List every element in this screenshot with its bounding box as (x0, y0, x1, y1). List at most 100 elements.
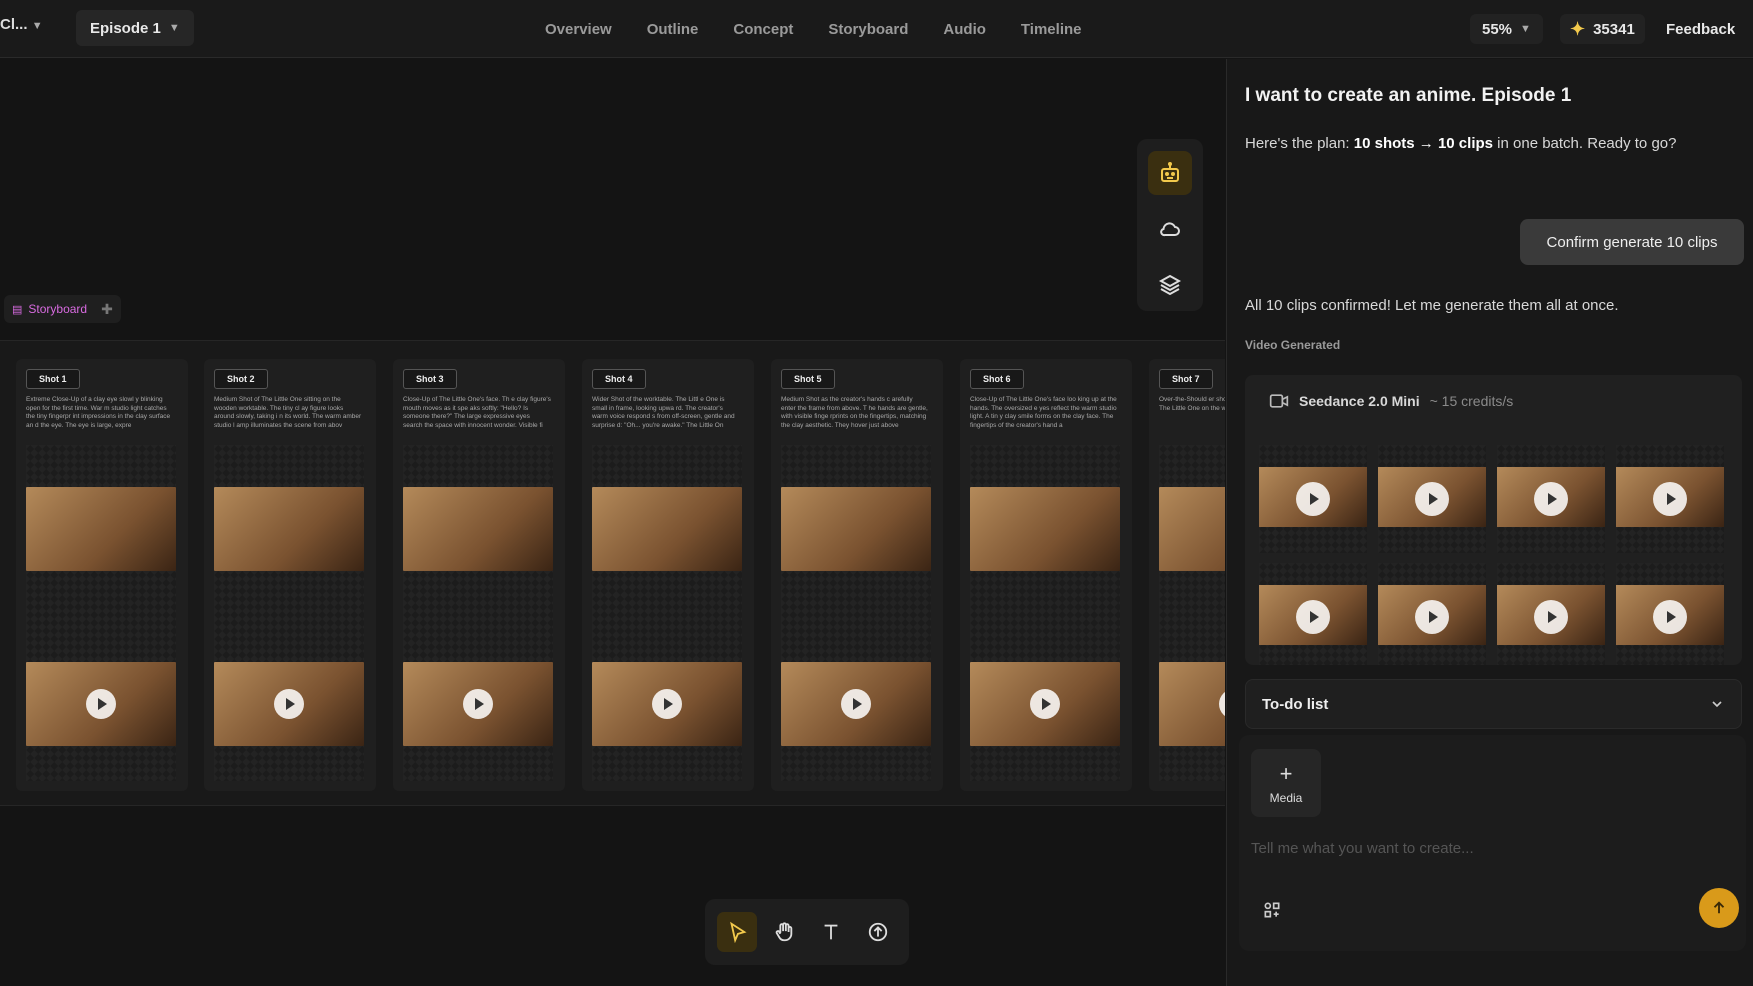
image-placeholder (403, 571, 553, 662)
storyboard-icon: ▤ (12, 303, 23, 316)
shot-description: Wider Shot of the worktable. The Littl e… (592, 396, 735, 429)
select-tool[interactable] (716, 912, 757, 952)
play-icon[interactable] (1296, 482, 1330, 516)
play-icon[interactable] (652, 689, 682, 719)
shot-image[interactable] (1159, 487, 1225, 571)
storyboard-frame: Shot 1 Extreme Close-Up of a clay eye sl… (0, 340, 1225, 806)
cloud-button[interactable] (1148, 207, 1192, 251)
clip-thumbnail[interactable] (1616, 445, 1724, 553)
play-icon[interactable] (1030, 689, 1060, 719)
play-icon[interactable] (1653, 482, 1687, 516)
pointer-icon (729, 921, 747, 943)
clip-thumbnail[interactable] (1259, 563, 1367, 665)
plan-message: Here's the plan: 10 shots → 10 clips in … (1245, 135, 1676, 152)
hand-tool[interactable] (764, 912, 804, 952)
shapes-icon (1264, 902, 1280, 918)
layers-button[interactable] (1148, 263, 1192, 307)
robot-button[interactable] (1148, 151, 1192, 195)
plan-prefix: Here's the plan: (1245, 135, 1354, 152)
clip-thumbnail[interactable] (1497, 563, 1605, 665)
shot-video[interactable] (592, 662, 742, 746)
storyboard-tab[interactable]: ▤ Storyboard ✚ (4, 295, 121, 323)
shot-video[interactable] (403, 662, 553, 746)
clip-thumbnail[interactable] (1378, 445, 1486, 553)
shot-image[interactable] (26, 487, 176, 571)
play-icon[interactable] (1534, 600, 1568, 634)
credits-badge[interactable]: ✦ 35341 (1560, 14, 1645, 44)
shot-image[interactable] (403, 487, 553, 571)
shot-label: Shot 7 (1159, 369, 1213, 389)
play-icon[interactable] (1415, 600, 1449, 634)
shot-image[interactable] (781, 487, 931, 571)
shot-video[interactable] (214, 662, 364, 746)
nav-overview[interactable]: Overview (545, 21, 612, 38)
nav-storyboard[interactable]: Storyboard (828, 21, 908, 38)
confirmed-message: All 10 clips confirmed! Let me generate … (1245, 297, 1619, 314)
image-placeholder (592, 746, 742, 781)
options-button[interactable] (1257, 895, 1287, 925)
play-icon[interactable] (1653, 600, 1687, 634)
todo-list-toggle[interactable]: To-do list (1245, 679, 1742, 729)
shot-card[interactable]: Shot 2 Medium Shot of The Little One sit… (204, 359, 376, 791)
shot-video[interactable] (970, 662, 1120, 746)
shot-label: Shot 4 (592, 369, 646, 389)
chevron-down-icon: ▼ (1520, 23, 1531, 35)
play-icon[interactable] (841, 689, 871, 719)
play-icon[interactable] (86, 689, 116, 719)
episode-selector[interactable]: Episode 1 ▼ (76, 10, 194, 46)
credits-count: 35341 (1593, 20, 1635, 38)
clip-thumbnail[interactable] (1497, 445, 1605, 553)
todo-label: To-do list (1262, 695, 1329, 713)
shot-video[interactable] (26, 662, 176, 746)
nav-concept[interactable]: Concept (733, 21, 793, 38)
model-name: Seedance 2.0 Mini (1299, 393, 1420, 409)
play-icon[interactable] (1219, 689, 1225, 719)
shot-card[interactable]: Shot 1 Extreme Close-Up of a clay eye sl… (16, 359, 188, 791)
clip-thumbnail[interactable] (1616, 563, 1724, 665)
zoom-level: 55% (1482, 20, 1513, 38)
play-icon[interactable] (1534, 482, 1568, 516)
shot-label: Shot 3 (403, 369, 457, 389)
clip-thumbnail[interactable] (1378, 563, 1486, 665)
upload-tool[interactable] (858, 912, 898, 952)
shot-card[interactable]: Shot 4 Wider Shot of the worktable. The … (582, 359, 754, 791)
shot-image[interactable] (214, 487, 364, 571)
clip-thumbnail[interactable] (1259, 445, 1367, 553)
shot-image[interactable] (592, 487, 742, 571)
send-button[interactable] (1699, 888, 1739, 928)
plan-suffix: in one batch. Ready to go? (1493, 135, 1677, 152)
image-placeholder (214, 445, 364, 487)
episode-name: Episode 1 (90, 19, 161, 37)
zoom-selector[interactable]: 55% ▼ (1470, 14, 1543, 44)
canvas[interactable]: ▤ Storyboard ✚ Shot 1 Extreme Close-Up o… (0, 59, 1225, 986)
shot-video[interactable] (781, 662, 931, 746)
play-icon[interactable] (1415, 482, 1449, 516)
add-icon[interactable]: ✚ (101, 301, 113, 318)
video-icon (1269, 394, 1289, 408)
nav-outline[interactable]: Outline (647, 21, 699, 38)
shot-card[interactable]: Shot 6 Close-Up of The Little One's face… (960, 359, 1132, 791)
project-selector[interactable]: Cl... ▼ (0, 16, 43, 33)
nav-timeline[interactable]: Timeline (1021, 21, 1082, 38)
shot-label: Shot 5 (781, 369, 835, 389)
plan-bold: 10 shots → 10 clips (1353, 135, 1493, 152)
shot-card[interactable]: Shot 5 Medium Shot as the creator's hand… (771, 359, 943, 791)
image-placeholder (781, 445, 931, 487)
feedback-button[interactable]: Feedback (1658, 14, 1743, 44)
shot-label: Shot 6 (970, 369, 1024, 389)
prompt-input[interactable] (1251, 835, 1651, 861)
play-icon[interactable] (1296, 600, 1330, 634)
main-nav: Overview Outline Concept Storyboard Audi… (545, 0, 1082, 58)
nav-audio[interactable]: Audio (943, 21, 986, 38)
shot-card[interactable]: Shot 3 Close-Up of The Little One's face… (393, 359, 565, 791)
confirm-generate-button[interactable]: Confirm generate 10 clips (1520, 219, 1744, 265)
play-icon[interactable] (463, 689, 493, 719)
shot-video[interactable] (1159, 662, 1225, 746)
cloud-icon (1160, 222, 1180, 237)
composer: + Media (1239, 735, 1746, 951)
play-icon[interactable] (274, 689, 304, 719)
shot-image[interactable] (970, 487, 1120, 571)
text-tool[interactable] (811, 912, 851, 952)
shot-card[interactable]: Shot 7 Over-the-Should er shot from the … (1149, 359, 1225, 791)
add-media-button[interactable]: + Media (1251, 749, 1321, 817)
